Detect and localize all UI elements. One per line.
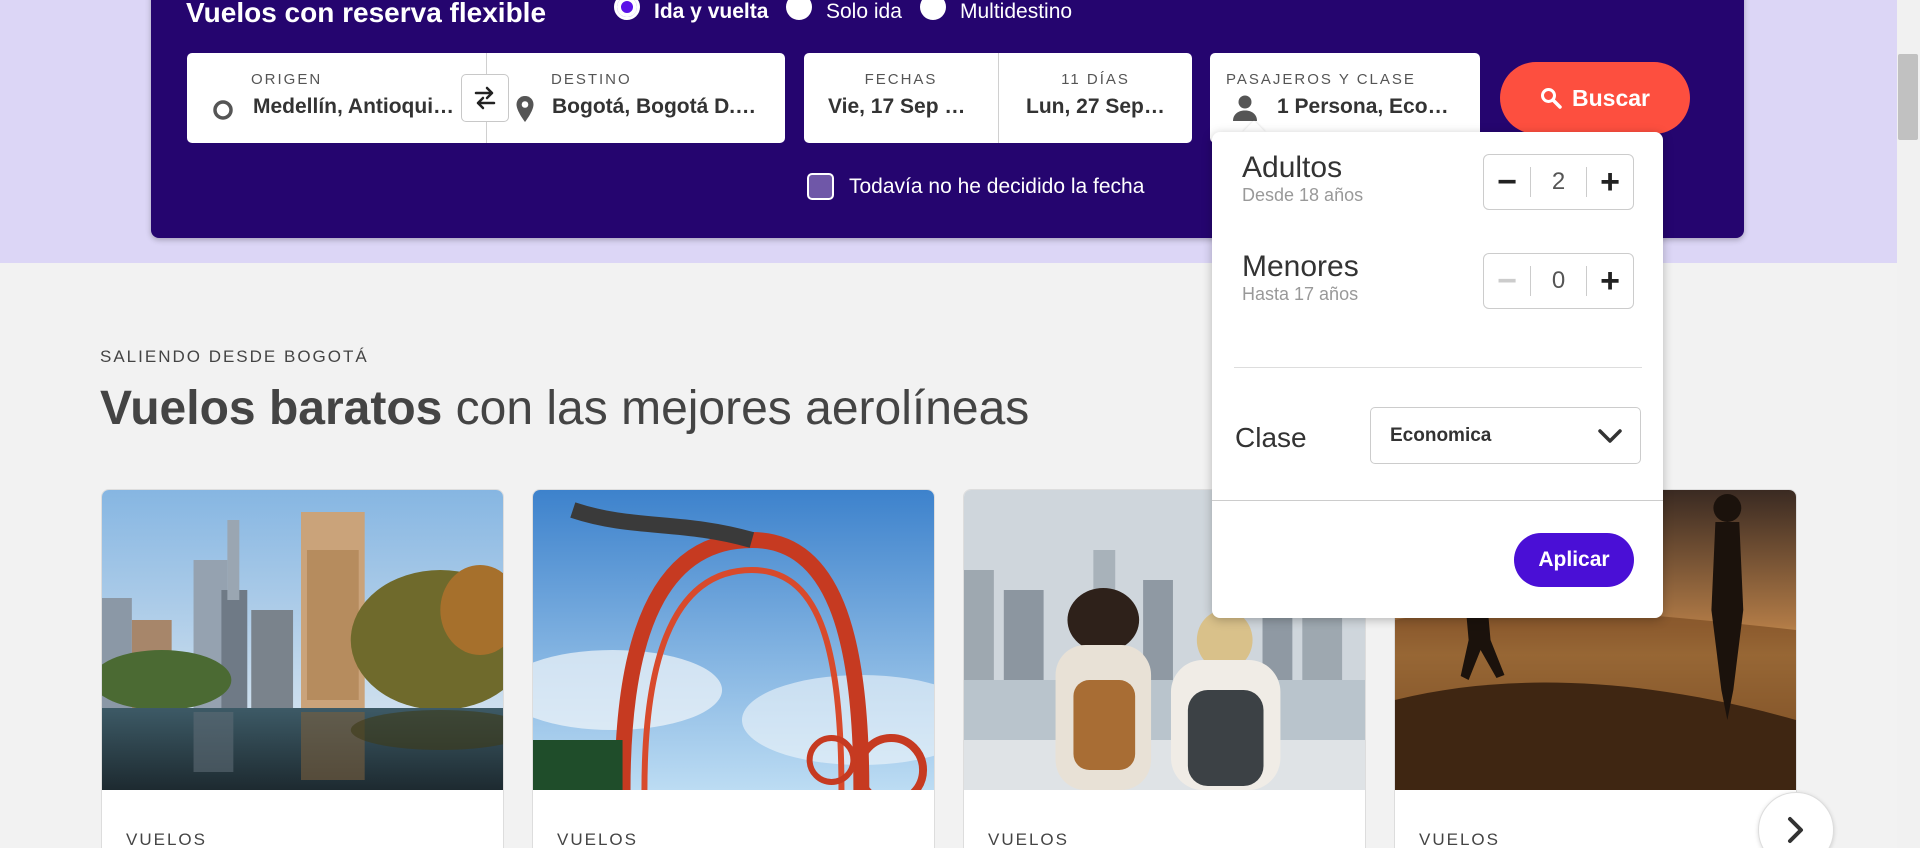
swap-route-button[interactable] [461, 74, 509, 122]
chevron-right-icon [1788, 817, 1803, 843]
class-label: Clase [1235, 422, 1307, 453]
trip-type-multi-city[interactable]: Multidestino [920, 0, 1072, 26]
destination-field[interactable]: DESTINO Bogotá, Bogotá D.C., Colombia [487, 53, 785, 143]
scrollbar-thumb[interactable] [1898, 54, 1918, 140]
swap-arrows-icon [474, 86, 496, 110]
minors-stepper: − 0 + [1483, 253, 1634, 309]
dates-fields: FECHAS Vie, 17 Sep 2021 11 DÍAS Lun, 27 … [804, 53, 1192, 143]
search-icon [1541, 88, 1562, 109]
section-eyebrow: SALIENDO DESDE BOGOTÁ [100, 347, 369, 366]
card-image-city-lake [102, 490, 503, 790]
checkbox-icon[interactable] [807, 173, 834, 200]
minors-count: 0 [1551, 267, 1566, 294]
plus-icon[interactable]: + [1587, 155, 1633, 209]
minus-icon[interactable]: − [1484, 254, 1530, 308]
passenger-popover: Adultos Desde 18 años − 2 + Menores Hast… [1212, 132, 1663, 618]
destination-card[interactable]: VUELOS [532, 489, 935, 848]
return-date-field[interactable]: 11 DÍAS Lun, 27 Sep 2021 [999, 53, 1192, 143]
chevron-down-icon [1598, 429, 1622, 443]
trip-type-one-way[interactable]: Solo ida [786, 0, 902, 26]
adults-subtitle: Desde 18 años [1242, 185, 1364, 205]
plus-icon[interactable]: + [1587, 254, 1633, 308]
origin-field[interactable]: ORIGEN Medellín, Antioquia, Colombia [187, 53, 486, 143]
card-image-roller-coaster [533, 490, 934, 790]
person-icon [1233, 95, 1257, 121]
minors-title: Menores [1242, 250, 1359, 283]
undecided-date-checkbox[interactable]: Todavía no he decidido la fecha [807, 173, 1144, 200]
divider [1212, 500, 1663, 501]
search-title: Vuelos con reserva flexible [186, 0, 547, 26]
origin-circle-icon [213, 100, 233, 120]
section-title: Vuelos baratos con las mejores aerolínea… [100, 382, 1030, 435]
class-select[interactable]: Economica [1370, 407, 1641, 464]
location-pin-icon [516, 96, 534, 122]
adults-title: Adultos [1242, 151, 1343, 184]
adults-stepper: − 2 + [1483, 154, 1634, 210]
departure-date-field[interactable]: FECHAS Vie, 17 Sep 2021 [804, 53, 998, 143]
divider [1234, 367, 1642, 368]
minus-icon[interactable]: − [1484, 155, 1530, 209]
minors-subtitle: Hasta 17 años [1242, 284, 1359, 304]
trip-type-round-trip[interactable]: Ida y vuelta [614, 0, 768, 26]
radio-selected-icon[interactable] [614, 0, 640, 20]
adults-count: 2 [1551, 168, 1566, 195]
destination-card[interactable]: VUELOS [101, 489, 504, 848]
radio-icon[interactable] [920, 0, 946, 20]
apply-button[interactable]: Aplicar [1514, 533, 1634, 587]
search-button[interactable]: Buscar [1500, 62, 1690, 134]
radio-icon[interactable] [786, 0, 812, 20]
